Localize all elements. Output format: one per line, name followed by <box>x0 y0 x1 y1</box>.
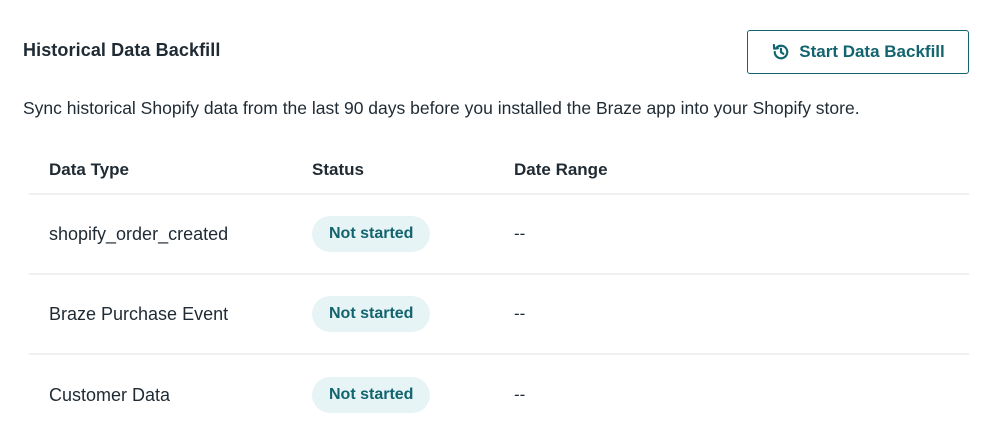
column-header-status: Status <box>312 159 364 179</box>
date-range-cell: -- <box>514 385 526 404</box>
date-range-cell: -- <box>514 304 526 323</box>
history-icon <box>771 42 791 62</box>
table-row: Braze Purchase Event Not started -- <box>29 275 969 355</box>
start-data-backfill-button[interactable]: Start Data Backfill <box>747 30 969 74</box>
status-badge: Not started <box>312 377 431 413</box>
column-header-date-range: Date Range <box>514 159 608 179</box>
data-type-cell: shopify_order_created <box>49 223 229 244</box>
status-badge: Not started <box>312 216 431 252</box>
start-data-backfill-label: Start Data Backfill <box>799 42 945 61</box>
table-header-row: Data Type Status Date Range <box>29 146 969 195</box>
status-cell: Not started <box>312 355 431 435</box>
date-range-cell: -- <box>514 224 526 243</box>
status-badge: Not started <box>312 296 431 332</box>
data-type-cell: Customer Data <box>49 384 171 405</box>
backfill-table: Data Type Status Date Range shopify_orde… <box>29 146 969 435</box>
status-cell: Not started <box>312 195 431 273</box>
table-row: shopify_order_created Not started -- <box>29 195 969 275</box>
section-title: Historical Data Backfill <box>23 40 221 60</box>
section-header: Historical Data Backfill Start Data Back… <box>23 30 969 76</box>
section-description: Sync historical Shopify data from the la… <box>23 98 860 118</box>
status-cell: Not started <box>312 275 431 353</box>
data-type-cell: Braze Purchase Event <box>49 303 229 324</box>
column-header-data-type: Data Type <box>49 159 129 179</box>
table-row: Customer Data Not started -- <box>29 355 969 435</box>
historical-data-backfill-section: Historical Data Backfill Start Data Back… <box>0 0 986 448</box>
